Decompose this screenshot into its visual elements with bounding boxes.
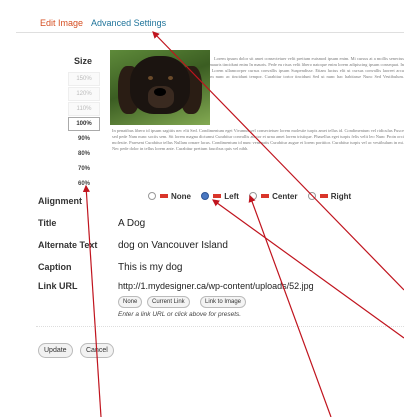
align-left-option[interactable]: Left [201, 192, 239, 201]
size-option-80[interactable]: 80% [68, 147, 100, 161]
link-hint: Enter a link URL or click above for pres… [118, 311, 242, 318]
arrow-to-alignment [248, 194, 332, 417]
align-none-icon [160, 194, 168, 198]
arrow-to-align-left [212, 199, 404, 339]
alignment-label: Alignment [38, 196, 82, 206]
size-option-120[interactable]: 120% [68, 87, 100, 101]
align-right-icon [319, 194, 328, 198]
size-option-60[interactable]: 60% [68, 177, 100, 191]
alt-text-label: Alternate Text [38, 240, 98, 250]
cancel-button[interactable]: Cancel [80, 343, 114, 358]
size-option-100[interactable]: 100% [68, 117, 100, 131]
link-none-button[interactable]: None [118, 296, 143, 308]
align-left-radio[interactable] [201, 192, 210, 200]
align-left-icon [213, 194, 222, 198]
size-list: 150% 120% 110% 100% 90% 80% 70% 60% [68, 72, 100, 192]
link-url-field[interactable]: http://1.mydesigner.ca/wp-content/upload… [118, 281, 314, 291]
link-url-label: Link URL [38, 281, 78, 291]
update-button[interactable]: Update [38, 343, 73, 358]
tab-divider [16, 32, 404, 33]
align-right-option[interactable]: Right [307, 192, 351, 201]
align-center-icon [261, 194, 270, 198]
size-option-90[interactable]: 90% [68, 132, 100, 146]
caption-field[interactable]: This is my dog [118, 262, 182, 273]
align-none-option[interactable]: None [148, 192, 191, 201]
align-none-radio[interactable] [148, 192, 156, 200]
caption-label: Caption [38, 262, 72, 272]
tab-edit-image[interactable]: Edit Image [40, 18, 83, 28]
link-current-button[interactable]: Current Link [147, 296, 190, 308]
dog-image-preview [110, 50, 210, 125]
tab-advanced-settings[interactable]: Advanced Settings [91, 18, 166, 28]
title-label: Title [38, 218, 57, 228]
size-option-70[interactable]: 70% [68, 162, 100, 176]
tab-bar: Edit Image Advanced Settings [40, 18, 172, 28]
arrow-to-size-control [82, 184, 102, 417]
align-right-radio[interactable] [307, 192, 316, 200]
divider [36, 326, 404, 327]
preview-text-bottom: In penatibus libero id ipsum sagittis ne… [112, 128, 404, 152]
size-option-150[interactable]: 150% [68, 72, 100, 86]
image-editor-dialog: Edit Image Advanced Settings Size 150% 1… [0, 0, 404, 417]
alignment-options: None Left Center Right [148, 192, 359, 201]
title-field[interactable]: A Dog [118, 218, 145, 229]
size-option-110[interactable]: 110% [68, 102, 100, 116]
alt-text-field[interactable]: dog on Vancouver Island [118, 240, 228, 251]
align-center-option[interactable]: Center [249, 192, 297, 201]
size-label: Size [74, 56, 93, 66]
align-center-radio[interactable] [249, 192, 258, 200]
link-to-image-button[interactable]: Link to Image [200, 296, 247, 308]
